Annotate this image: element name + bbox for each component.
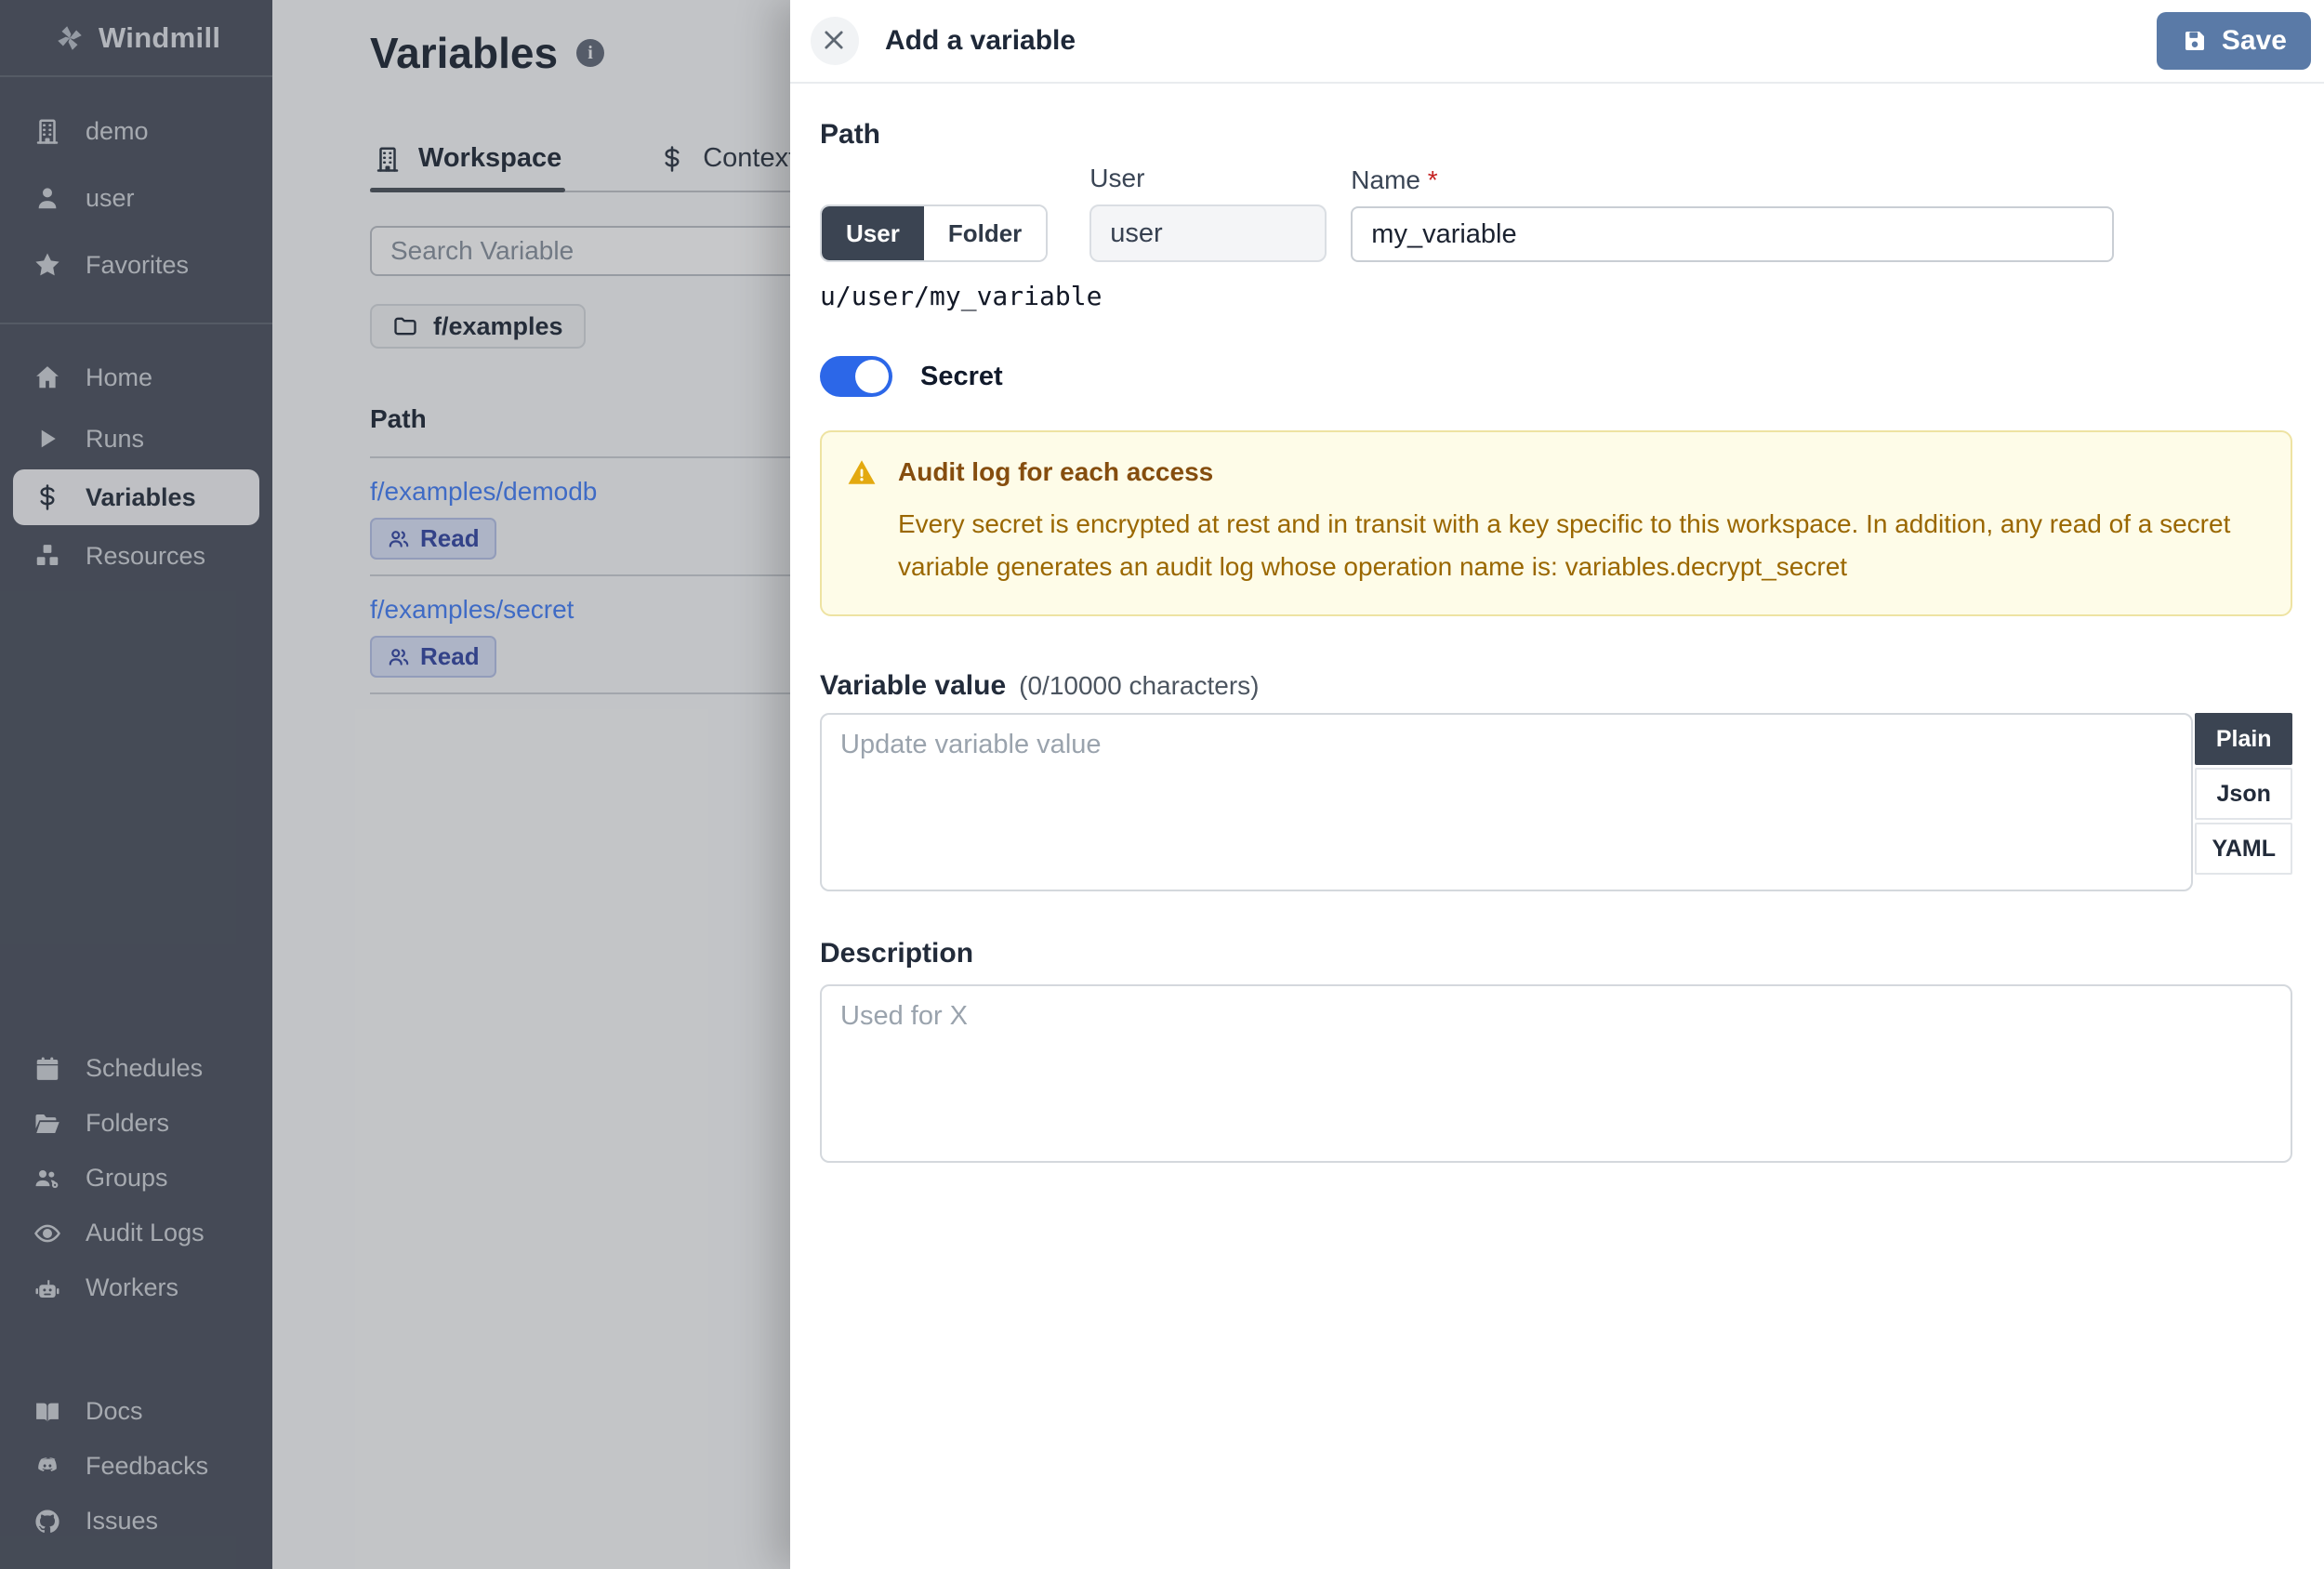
segment-user[interactable]: User	[822, 206, 924, 260]
drawer-header: Add a variable Save	[790, 0, 2324, 84]
required-asterisk: *	[1427, 165, 1438, 194]
owner-kind-segmented: User Folder	[820, 204, 1049, 262]
warning-triangle-icon	[846, 456, 878, 488]
toggle-knob	[855, 360, 889, 393]
drawer-backdrop[interactable]	[0, 0, 790, 1569]
description-textarea[interactable]	[820, 984, 2292, 1163]
warning-title: Audit log for each access	[898, 457, 1214, 486]
audit-warning-box: Audit log for each access Every secret i…	[820, 430, 2292, 616]
save-button-label: Save	[2221, 25, 2287, 56]
secret-toggle-label: Secret	[920, 361, 1003, 391]
value-section-heading: Variable value	[820, 670, 1007, 701]
app-window: Windmill demo user Favorites Home Runs V…	[0, 0, 2324, 1569]
segment-folder[interactable]: Folder	[923, 206, 1047, 260]
save-icon	[2181, 27, 2209, 55]
path-section-heading: Path	[820, 119, 881, 150]
owner-field[interactable]	[1089, 204, 1327, 262]
add-variable-drawer: Add a variable Save Path User Folder Use…	[790, 0, 2324, 1569]
format-tab-yaml[interactable]: YAML	[2195, 823, 2292, 875]
save-button[interactable]: Save	[2156, 12, 2311, 70]
format-tab-plain[interactable]: Plain	[2195, 713, 2292, 765]
value-char-counter: (0/10000 characters)	[1019, 671, 1260, 700]
variable-value-textarea[interactable]	[820, 713, 2194, 891]
format-tab-json[interactable]: Json	[2195, 768, 2292, 820]
secret-toggle[interactable]	[820, 356, 892, 397]
description-section-heading: Description	[820, 938, 974, 969]
format-tab-group: Plain Json YAML	[2195, 713, 2292, 875]
name-field-label: Name *	[1351, 165, 1438, 194]
close-icon	[821, 27, 849, 55]
close-button[interactable]	[811, 17, 859, 65]
drawer-title: Add a variable	[885, 25, 1076, 56]
name-field[interactable]	[1351, 206, 2115, 262]
owner-field-label: User	[1089, 164, 1145, 192]
warning-body: Every secret is encrypted at rest and in…	[898, 509, 2231, 581]
full-path-preview: u/user/my_variable	[820, 281, 1103, 311]
